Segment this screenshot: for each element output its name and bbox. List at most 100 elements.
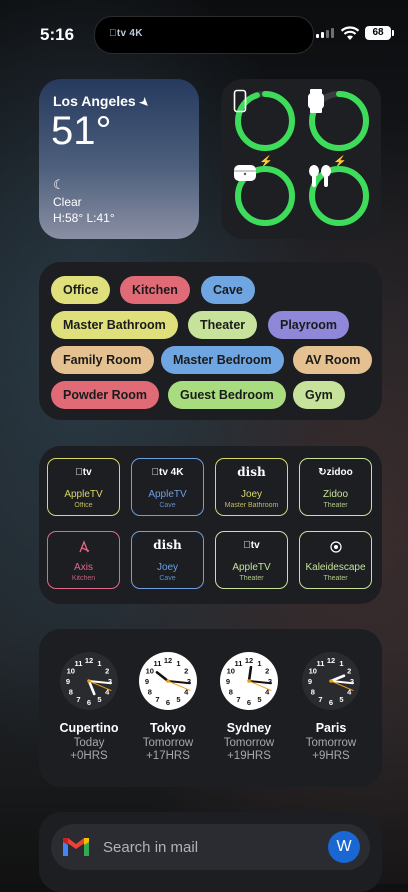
clock-numeral: 5 — [257, 695, 261, 704]
room-pill-master-bathroom[interactable]: Master Bathroom — [51, 311, 178, 339]
wifi-icon — [340, 26, 360, 40]
clock-numeral: 10 — [309, 667, 317, 676]
battery-ring-airpods-case: ⚡ — [233, 156, 297, 228]
apple-tv-4k-logo: tv 4K — [152, 467, 184, 478]
status-time: 5:16 — [40, 25, 75, 44]
clock-numeral: 6 — [329, 698, 333, 707]
clock-numeral: 8 — [311, 688, 315, 697]
clock-numeral: 12 — [245, 656, 253, 665]
room-pill-kitchen[interactable]: Kitchen — [120, 276, 190, 304]
room-pill-guest-bedroom[interactable]: Guest Bedroom — [168, 381, 286, 409]
clock-numeral: 10 — [146, 667, 154, 676]
clock-offset: +0HRS — [70, 750, 108, 762]
clock-numeral: 5 — [176, 695, 180, 704]
clock-numeral: 12 — [85, 656, 93, 665]
clock-day: Today — [73, 737, 105, 749]
apple-tv-logo: tv 4K — [109, 28, 142, 39]
room-pill-master-bedroom[interactable]: Master Bedroom — [161, 346, 284, 374]
clock-numeral: 6 — [87, 698, 91, 707]
device-appletv-cave[interactable]: tv 4K AppleTV Cave — [131, 458, 204, 516]
room-pill-office[interactable]: Office — [51, 276, 111, 304]
axis-logo — [48, 540, 119, 557]
clock-center — [87, 679, 91, 683]
clock-numeral: 3 — [350, 677, 354, 686]
clock-offset: +19HRS — [227, 750, 271, 762]
clock-numeral: 2 — [184, 667, 188, 676]
mail-search-bar[interactable]: Search in mail W — [51, 824, 370, 870]
device-room: Office — [74, 502, 93, 509]
clock-city: Paris — [315, 721, 347, 735]
watch-icon — [308, 89, 324, 113]
analog-clock: 1234567891011 12 — [60, 652, 118, 710]
device-room: Cave — [159, 575, 176, 582]
weather-temperature: 51° — [51, 109, 112, 153]
clock-day: Tomorrow — [223, 737, 275, 749]
clock-numeral: 11 — [235, 659, 243, 668]
clock-numeral: 11 — [75, 659, 83, 668]
device-appletv-theater[interactable]: tv AppleTV Theater — [215, 531, 288, 589]
clock-info-cupertino: Cupertino Today +0HRS — [49, 721, 129, 762]
analog-clock: 1234567891011 12 — [302, 652, 360, 710]
clock-center — [329, 679, 333, 683]
room-pill-theater[interactable]: Theater — [188, 311, 258, 339]
batteries-widget[interactable]: ⚡ ⚡ — [221, 79, 381, 239]
gmail-widget: Search in mail W — [39, 812, 382, 892]
gmail-icon — [63, 838, 89, 856]
dynamic-island[interactable]: tv 4K — [94, 16, 314, 54]
clock-numeral: 2 — [347, 667, 351, 676]
clock-numeral: 6 — [166, 698, 170, 707]
device-room: Cave — [159, 502, 176, 509]
device-axis-kitchen[interactable]: Axis Kitchen — [47, 531, 120, 589]
clock-numeral: 1 — [257, 659, 261, 668]
clock-city: Tokyo — [150, 721, 186, 735]
room-pill-gym[interactable]: Gym — [293, 381, 345, 409]
device-name: Kaleidescape — [305, 562, 366, 573]
dish-logo: dish — [153, 538, 182, 552]
device-joey-master-bathroom[interactable]: dish Joey Master Bathroom — [215, 458, 288, 516]
clock-numeral: 9 — [66, 677, 70, 686]
clock-center — [166, 679, 170, 683]
device-appletv-office[interactable]: tv AppleTV Office — [47, 458, 120, 516]
clock-day: Tomorrow — [142, 737, 194, 749]
clock-numeral: 2 — [265, 667, 269, 676]
clock-numeral: 1 — [339, 659, 343, 668]
device-room: Theater — [323, 575, 348, 582]
clock-numeral: 1 — [97, 659, 101, 668]
device-room: Theater — [239, 575, 264, 582]
clock-numeral: 8 — [69, 688, 73, 697]
clock-numeral: 3 — [108, 677, 112, 686]
device-name: Joey — [156, 562, 179, 573]
room-pill-playroom[interactable]: Playroom — [268, 311, 349, 339]
clock-numeral: 10 — [67, 667, 75, 676]
location-arrow-icon: ➤ — [136, 95, 152, 111]
room-pill-cave[interactable]: Cave — [201, 276, 255, 304]
weather-widget[interactable]: Los Angeles➤ 51° ☾ Clear H:58° L:41° — [39, 79, 199, 239]
device-kaleidescape-theater[interactable]: Kaleidescape Theater — [299, 531, 372, 589]
world-clock-widget[interactable]: 1 2 3 4 5 6 7 8 9 10 11 12 1 2 3 4 5 6 7 8 9 10 11 12 12345678… — [39, 629, 382, 787]
apple-tv-logo: tv — [75, 467, 91, 478]
clock-offset: +9HRS — [312, 750, 350, 762]
clock-numeral: 12 — [164, 656, 172, 665]
device-joey-cave[interactable]: dish Joey Cave — [131, 531, 204, 589]
device-room: Master Bathroom — [224, 502, 279, 509]
rooms-widget: Office Kitchen Cave Master Bathroom Thea… — [39, 262, 382, 420]
clock-numeral: 11 — [317, 659, 325, 668]
battery-indicator: 68 — [365, 26, 394, 40]
device-zidoo-theater[interactable]: ↻zidoo Zidoo Theater — [299, 458, 372, 516]
phone-icon — [233, 89, 247, 113]
kaleidescape-logo — [300, 540, 371, 557]
room-pill-av-room[interactable]: AV Room — [293, 346, 373, 374]
cellular-signal-icon — [316, 28, 334, 38]
clock-info-tokyo: Tokyo Tomorrow +17HRS — [128, 721, 208, 762]
clock-numeral: 3 — [268, 677, 272, 686]
account-avatar[interactable]: W — [328, 831, 360, 863]
room-pill-family-room[interactable]: Family Room — [51, 346, 154, 374]
clock-numeral: 5 — [97, 695, 101, 704]
analog-clock: 1234567891011 12 — [139, 652, 197, 710]
device-name: AppleTV — [148, 489, 187, 500]
room-pill-powder-room[interactable]: Powder Room — [51, 381, 160, 409]
device-name: AppleTV — [64, 489, 103, 500]
weather-city: Los Angeles➤ — [53, 93, 152, 111]
clock-numeral: 2 — [105, 667, 109, 676]
clock-info-paris: Paris Tomorrow +9HRS — [291, 721, 371, 762]
